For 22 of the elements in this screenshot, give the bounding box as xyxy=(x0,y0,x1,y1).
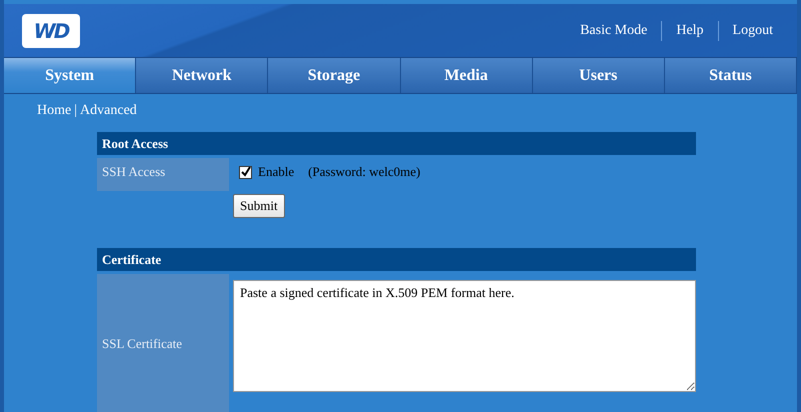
field-label: SSH Access xyxy=(97,158,229,191)
breadcrumb-separator: | xyxy=(74,103,78,120)
breadcrumb-link[interactable]: Advanced xyxy=(80,103,137,130)
password-note: (Password: welc0me) xyxy=(308,164,420,180)
nav-tab[interactable]: Users xyxy=(532,58,665,93)
section-header: Certificate xyxy=(97,248,696,271)
field-label: SSL Certificate xyxy=(97,274,229,412)
nav-tab[interactable]: Network xyxy=(136,58,268,93)
breadcrumb-link[interactable]: Home xyxy=(37,103,72,130)
certificate-field[interactable]: Paste a signed certificate in X.509 PEM format here. xyxy=(233,280,696,392)
submit-button[interactable]: Submit xyxy=(233,194,285,218)
checkbox-label: Enable xyxy=(258,164,294,180)
header-link[interactable]: Help xyxy=(661,20,718,40)
nav-tab[interactable]: System xyxy=(4,58,136,93)
checkbox[interactable] xyxy=(239,166,252,178)
header-link[interactable]: Basic Mode xyxy=(566,20,662,40)
header-link[interactable]: Logout xyxy=(718,20,787,40)
nav-tab[interactable]: Media xyxy=(400,58,533,93)
nav-tab[interactable]: Storage xyxy=(268,58,401,93)
section-header: Root Access xyxy=(97,132,696,155)
logo: WD xyxy=(22,14,80,48)
nav-tab[interactable]: Status xyxy=(664,58,797,93)
